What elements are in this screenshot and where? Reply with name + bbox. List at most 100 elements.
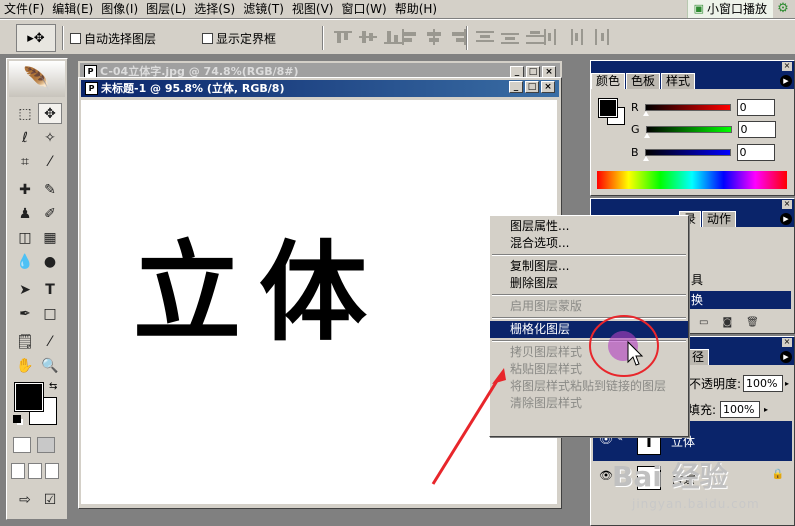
slider-thumb[interactable] [642,111,649,116]
eraser-tool-icon[interactable]: ◫ [13,227,37,248]
slice-tool-icon[interactable]: ⁄ [38,151,62,172]
align-vcenter-icon[interactable] [359,29,377,45]
foreground-color-swatch[interactable] [598,98,618,118]
crop-tool-icon[interactable]: ⌗ [13,151,37,172]
distribute-vcenter-icon[interactable] [501,29,519,45]
hand-tool-icon[interactable]: ✋ [13,355,37,376]
menu-image[interactable]: 图像(I) [97,0,142,18]
swap-colors-icon[interactable]: ⇆ [49,381,57,392]
close-icon[interactable]: × [541,81,555,93]
notes-tool-icon[interactable]: 🗒 [13,331,37,352]
distribute-top-icon[interactable] [476,29,494,45]
history-brush-tool-icon[interactable]: ✐ [38,203,62,224]
panel-menu-icon[interactable]: ▶ [780,75,792,87]
chevron-right-icon[interactable]: ▸ [764,405,768,414]
menu-filter[interactable]: 滤镜(T) [239,0,288,18]
mini-window-play-button[interactable]: ▣ 小窗口播放 [686,0,773,18]
pen-tool-icon[interactable]: ✒ [13,303,37,324]
menu-item-rasterize-layer[interactable]: 栅格化图层 [490,321,688,338]
maximize-icon[interactable]: □ [525,81,539,93]
gear-icon[interactable]: ⚙ [775,1,791,17]
blue-channel-slider[interactable] [642,149,731,161]
tool-preset-picker[interactable]: ▸✥ [16,24,56,52]
opacity-input[interactable]: 100% [743,375,784,392]
menu-window[interactable]: 窗口(W) [337,0,390,18]
auto-select-layer-checkbox[interactable]: 自动选择图层 [70,30,156,47]
path-selection-tool-icon[interactable]: ➤ [13,279,37,300]
screen-mode-full-button[interactable] [45,463,59,479]
tab-paths[interactable]: 径 [687,349,710,365]
active-document-title[interactable]: P 未标题-1 @ 95.8% (立体, RGB/8) [81,80,559,97]
type-tool-icon[interactable]: T [38,279,62,300]
zoom-tool-icon[interactable]: 🔍 [38,355,62,376]
brush-tool-icon[interactable]: ✎ [38,179,62,200]
eye-icon[interactable]: 👁 [599,469,613,482]
checkbox-box[interactable] [202,33,213,44]
slider-thumb[interactable] [642,156,649,161]
align-hcenter-icon[interactable] [425,29,443,45]
gradient-tool-icon[interactable]: ▦ [38,227,62,248]
marquee-tool-icon[interactable]: ⬚ [13,103,37,124]
menu-view[interactable]: 视图(V) [288,0,338,18]
blue-channel-input[interactable]: 0 [736,144,775,161]
screen-mode-full-menu-button[interactable] [28,463,42,479]
feather-logo-icon[interactable]: 🪶 [9,61,65,97]
tab-swatches[interactable]: 色板 [626,73,661,89]
foreground-color-swatch[interactable] [14,382,44,412]
red-channel-input[interactable]: 0 [736,99,775,116]
dodge-tool-icon[interactable]: ● [38,251,62,272]
menu-item-enable-layer-mask[interactable]: 启用图层蒙版 [490,298,688,315]
move-tool-icon[interactable]: ✥ [38,103,62,124]
distribute-right-icon[interactable] [592,29,610,45]
tab-color[interactable]: 颜色 [591,73,626,89]
menu-item-copy-layer-style[interactable]: 拷贝图层样式 [490,344,688,361]
menu-item-paste-style-to-linked[interactable]: 将图层样式粘贴到链接的图层 [490,378,688,395]
menu-layer[interactable]: 图层(L) [142,0,190,18]
history-item[interactable]: 具 [691,271,703,288]
align-top-icon[interactable] [334,29,352,45]
distribute-left-icon[interactable] [542,29,560,45]
slider-thumb[interactable] [643,133,650,138]
trash-icon[interactable]: 🗑 [746,317,759,328]
history-item-selected[interactable]: 换 [687,291,791,309]
menu-item-paste-layer-style[interactable]: 粘贴图层样式 [490,361,688,378]
default-colors-icon[interactable] [13,415,21,423]
eyedropper-tool-icon[interactable]: ⁄ [38,331,62,352]
magic-wand-tool-icon[interactable]: ✧ [38,127,62,148]
close-icon[interactable]: × [782,62,792,71]
green-channel-slider[interactable] [643,126,732,138]
clone-stamp-tool-icon[interactable]: ♟ [13,203,37,224]
distribute-hcenter-icon[interactable] [567,29,585,45]
panel-menu-icon[interactable]: ▶ [780,351,792,363]
fill-input[interactable]: 100% [720,401,760,418]
menu-item-blending-options[interactable]: 混合选项... [490,235,688,252]
standard-mode-button[interactable] [13,437,31,453]
screen-mode-standard-button[interactable] [11,463,25,479]
menu-select[interactable]: 选择(S) [190,0,239,18]
minimize-icon[interactable]: _ [509,81,523,93]
jump-to-imageready-icon[interactable]: ⇨ [13,489,37,510]
healing-brush-tool-icon[interactable]: ✚ [13,179,37,200]
show-bounding-box-checkbox[interactable]: 显示定界框 [202,30,276,47]
menu-item-layer-properties[interactable]: 图层属性... [490,218,688,235]
menu-item-duplicate-layer[interactable]: 复制图层... [490,258,688,275]
menu-item-clear-layer-style[interactable]: 清除图层样式 [490,395,688,412]
document-canvas[interactable]: 立体 [81,100,557,504]
blur-tool-icon[interactable]: 💧 [13,251,37,272]
tab-actions[interactable]: 动作 [702,211,737,227]
align-left-icon[interactable] [400,29,418,45]
green-channel-input[interactable]: 0 [737,121,776,138]
menu-file[interactable]: 文件(F) [0,0,48,18]
color-spectrum-bar[interactable] [597,171,787,189]
edit-in-imageready-icon[interactable]: ☑ [38,489,62,510]
menu-edit[interactable]: 编辑(E) [48,0,97,18]
close-icon[interactable]: × [782,338,792,347]
menu-help[interactable]: 帮助(H) [391,0,441,18]
snapshot-icon[interactable]: ◙ [722,317,732,328]
lasso-tool-icon[interactable]: ℓ [13,127,37,148]
new-document-icon[interactable]: ▭ [699,317,708,328]
quick-mask-mode-button[interactable] [37,437,55,453]
chevron-right-icon[interactable]: ▸ [785,379,789,388]
panel-menu-icon[interactable]: ▶ [780,213,792,225]
menu-item-delete-layer[interactable]: 删除图层 [490,275,688,292]
